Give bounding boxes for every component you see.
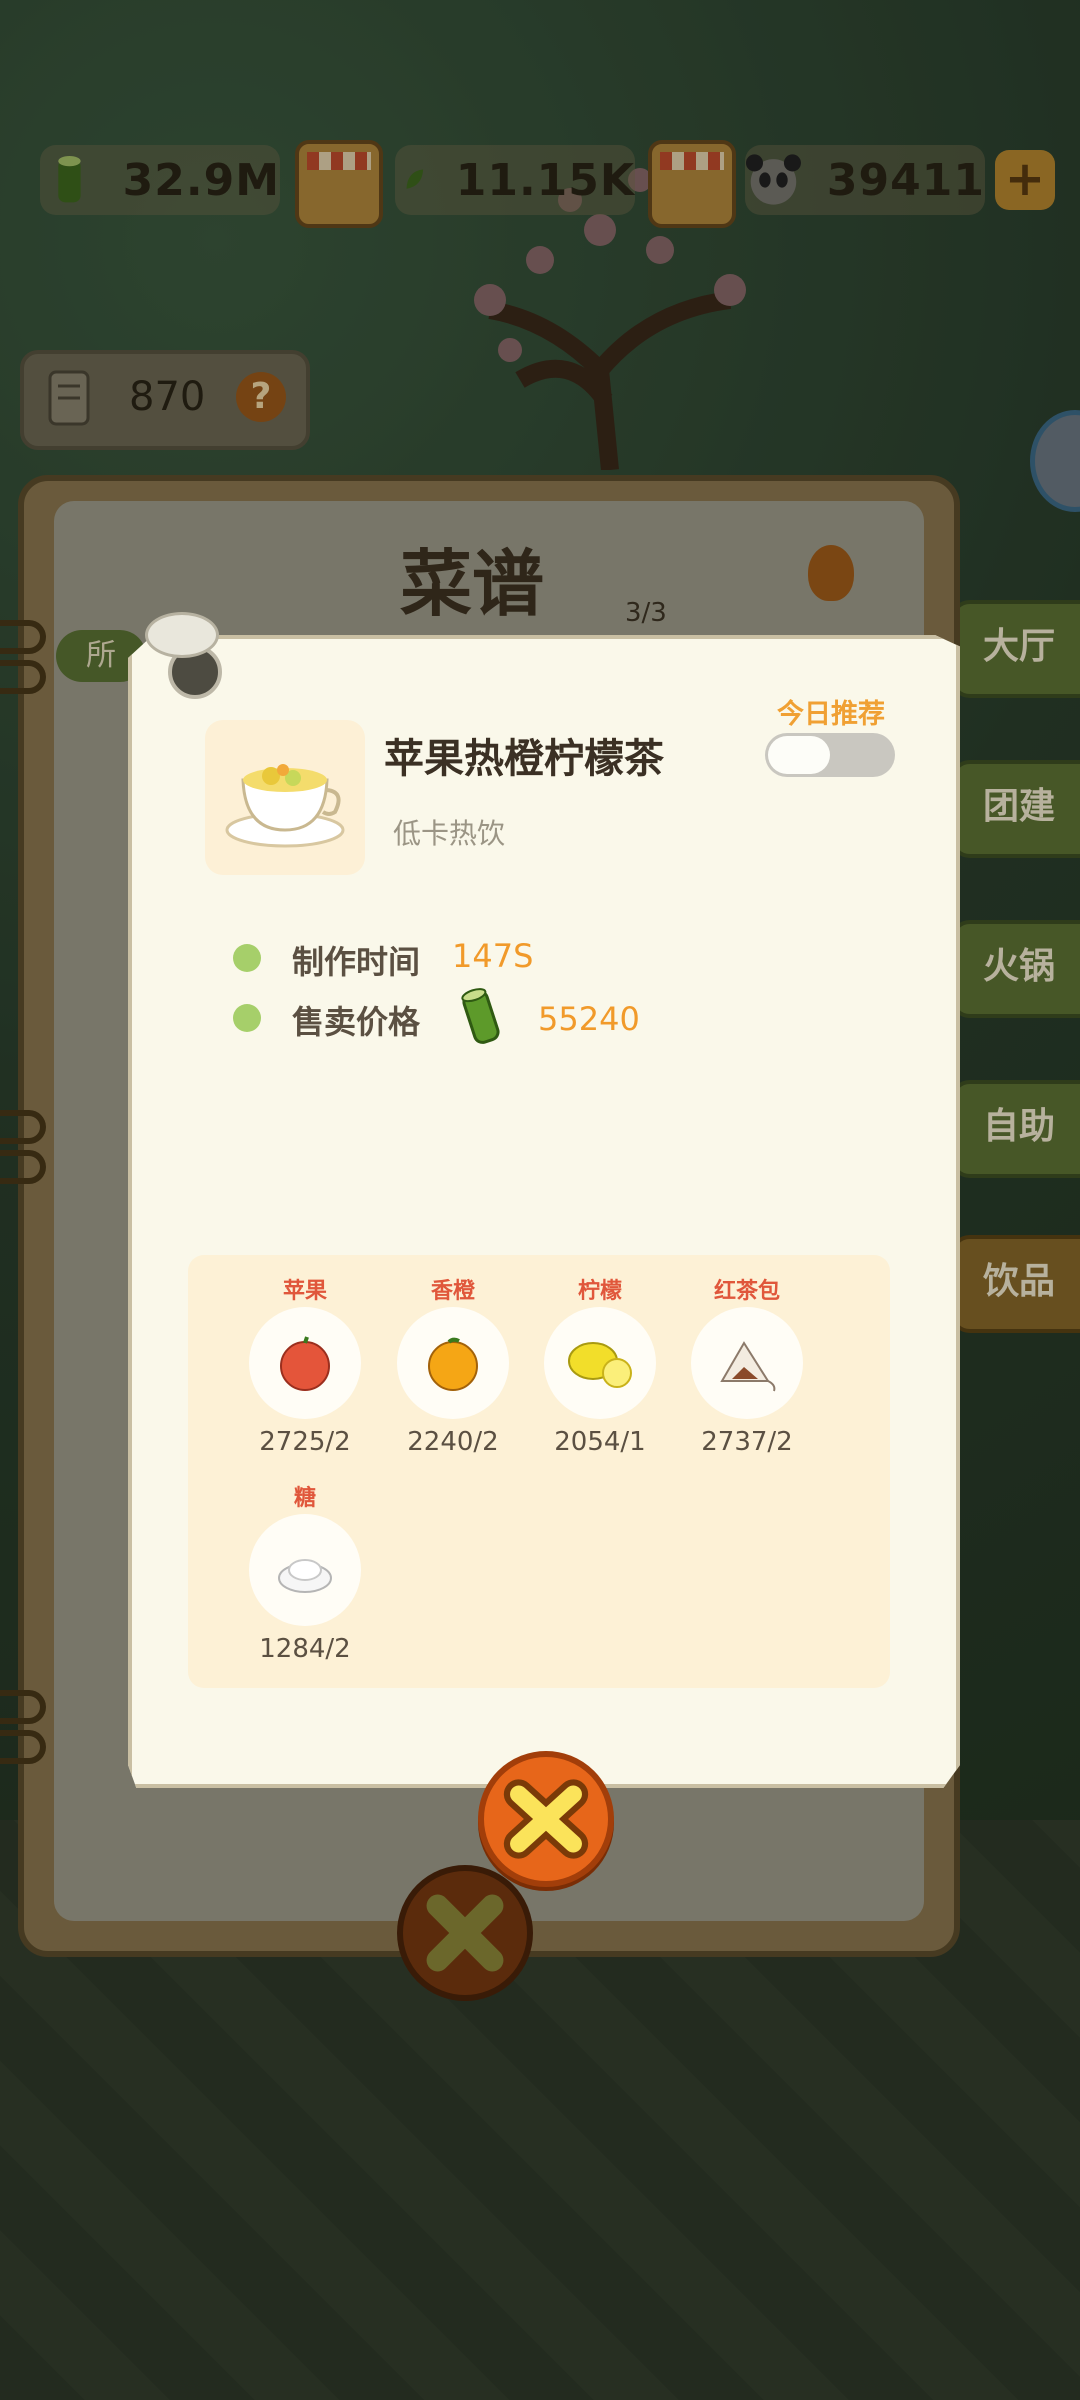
dish-image [205,720,365,875]
today-recommend-label: 今日推荐 [777,699,885,730]
dish-category: 低卡热饮 [393,817,506,850]
ingredient-item[interactable]: 糖 1284/2 [245,1480,365,1664]
today-recommend-toggle[interactable] [765,733,895,777]
ingredient-count: 2054/1 [554,1427,646,1457]
sell-price-label: 售卖价格 [292,1003,421,1041]
lemon-icon [568,1342,632,1388]
toggle-knob [768,736,830,774]
ingredient-count: 2737/2 [701,1427,793,1457]
sugar-icon [278,1559,332,1593]
apple-icon [280,1336,330,1391]
ingredient-item[interactable]: 香橙 2240/2 [393,1273,513,1457]
tea-bag-icon [720,1341,776,1392]
dish-name: 苹果热橙柠檬茶 [384,736,664,782]
ingredient-count: 2240/2 [407,1427,499,1457]
ingredient-count: 2725/2 [259,1427,351,1457]
bullet-dot [233,1004,261,1032]
cook-time-value: 147S [452,937,534,975]
close-dialog-button[interactable] [478,1751,614,1887]
orange-icon [428,1337,478,1391]
ingredient-item[interactable]: 红茶包 2737/2 [687,1273,807,1457]
ingredient-name: 红茶包 [713,1279,780,1304]
ingredient-item[interactable]: 柠檬 2054/1 [540,1273,660,1457]
sell-price-value: 55240 [538,1000,640,1038]
ingredient-name: 苹果 [282,1279,327,1304]
ingredient-count: 1284/2 [259,1634,351,1664]
close-icon [503,1779,589,1859]
ingredient-name: 香橙 [430,1279,475,1304]
bullet-dot [233,944,261,972]
ingredient-name: 糖 [293,1486,316,1511]
bamboo-icon [461,988,500,1044]
cook-time-label: 制作时间 [292,943,421,981]
ingredient-name: 柠檬 [577,1279,622,1304]
ingredient-item[interactable]: 苹果 2725/2 [245,1273,365,1457]
lemon-tea-cup-icon [225,764,345,848]
pin-head [145,612,219,658]
